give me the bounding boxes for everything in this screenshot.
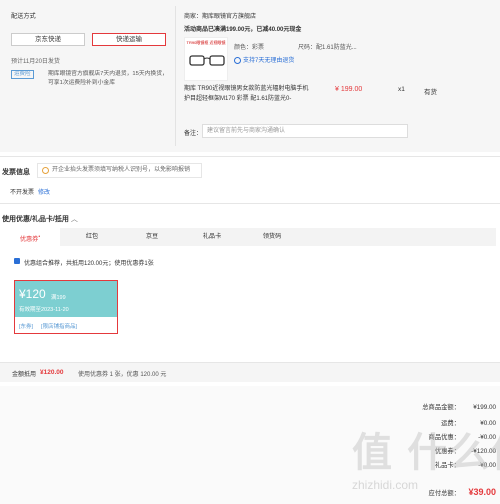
size-value: 配1.61防蓝光... (316, 45, 357, 51)
size-label: 尺码： (298, 45, 317, 51)
invoice-title: 发票信息 (2, 169, 30, 176)
glasses-icon (189, 55, 225, 66)
shipping-insurance-tag: 运费险 (11, 70, 34, 79)
shipping-date: 预计11月20日发货 (11, 59, 60, 65)
product-name[interactable]: 期库 TR90近视眼镜男女款防蓝光辐射电脑手机护目超轻框架M170 彩票 配1.… (184, 84, 314, 104)
remark-label: 备注： (184, 131, 203, 137)
shipping-option-express[interactable]: 快递运输 (92, 33, 166, 46)
coupon-tag-jd: [东券] (19, 324, 34, 330)
order-panel: 配送方式 京东快递 快递运输 预计11月20日发货 运费险 期库眼镜官方旗舰店7… (0, 0, 500, 152)
discount-summary-bar: 金额抵用 ¥120.00 使用优惠券 1 张，优惠 120.00 元 (0, 363, 500, 382)
insurance-badge: 运费险 (11, 70, 34, 79)
coupon-tag-shop: [限店铺指商品] (41, 324, 78, 330)
shipping-option-jd[interactable]: 京东快递 (11, 33, 85, 46)
coupon-card[interactable]: ¥120 满199 有效期至2023-11-20 [东券] [限店铺指商品] (14, 280, 118, 334)
color-value: 彩票 (252, 45, 265, 51)
chevron-up-icon: ︿ (70, 216, 78, 223)
tab-coupon[interactable]: 优惠券• (0, 228, 60, 246)
shipping-section: 配送方式 京东快递 快递运输 预计11月20日发货 运费险 期库眼镜官方旗舰店7… (6, 6, 168, 96)
discount-title-text: 使用优惠/礼品卡/抵用 (2, 216, 69, 223)
coupon-condition: 满199 (51, 295, 66, 301)
watermark-url: zhizhidi.com (352, 478, 419, 492)
promo-text: 活动商品已凑满199.00元，已减40.00元现金 (184, 27, 302, 33)
tab-coupon-dot: • (38, 234, 41, 240)
watermark-logo: 值 什么值得买 (352, 431, 500, 475)
shipping-title: 配送方式 (11, 13, 36, 20)
divider-line (0, 156, 500, 157)
coupon-amount: ¥120 (19, 287, 46, 301)
size-row: 尺码：配1.61防蓝光... (298, 42, 357, 51)
discount-tabs: 优惠券• 红包 京豆 礼品卡 领货码 (0, 228, 496, 246)
check-circle-icon (234, 56, 241, 64)
merchant-name: 商家：期库眼镜官方旗舰店 (184, 14, 257, 20)
total-goods-value: ¥199.00 (473, 404, 496, 411)
invoice-value: 不开发票 (10, 190, 35, 196)
summary-desc: 使用优惠券 1 张，优惠 120.00 元 (78, 372, 167, 378)
return-note: 支持7天无理由退货 (234, 55, 294, 64)
product-badge: TR90眼镜框 近视眼镜 (186, 40, 226, 45)
coupon-expire: 有效期至2023-11-20 (19, 307, 69, 313)
product-price: ¥ 199.00 (335, 86, 363, 93)
shipping-insurance-text: 期库眼镜官方旗舰店7天内退货，15天内换货，可享1次运费险补到小金库 (48, 71, 168, 86)
tab-coupon-label: 优惠券 (19, 236, 39, 244)
tab-pickup-code[interactable]: 领货码 (242, 228, 302, 246)
divider-line (0, 203, 500, 204)
summary-label: 金额抵用 (12, 372, 37, 378)
product-qty: x1 (398, 86, 405, 93)
tab-jingdou[interactable]: 京豆 (122, 228, 182, 246)
color-label: 颜色： (234, 45, 253, 51)
product-image[interactable]: TR90眼镜框 近视眼镜 (184, 37, 228, 81)
coupon-header: ¥120 满199 有效期至2023-11-20 (15, 281, 117, 317)
discount-title[interactable]: 使用优惠/礼品卡/抵用 ︿ (2, 214, 78, 224)
color-row: 颜色：彩票 (234, 42, 264, 51)
auto-combo-checkbox[interactable] (14, 258, 20, 264)
return-note-text: 支持7天无理由退货 (243, 58, 295, 64)
tab-redpacket[interactable]: 红包 (62, 228, 122, 246)
invoice-hint-text: 开企业抬头发票须填写纳税人识别号，以免影响报销 (52, 167, 191, 173)
checkout-page: 配送方式 京东快递 快递运输 预计11月20日发货 运费险 期库眼镜官方旗舰店7… (0, 0, 500, 504)
auto-combo-text: 优惠组合推荐，共抵用120.00元；使用优惠券1张 (24, 261, 154, 267)
total-goods-label: 总商品金额： (422, 404, 460, 411)
shop-section: 商家：期库眼镜官方旗舰店 活动商品已凑满199.00元，已减40.00元现金 T… (180, 6, 496, 148)
invoice-edit-link[interactable]: 修改 (38, 187, 50, 196)
total-row-goods: 总商品金额： ¥199.00 (400, 402, 496, 411)
summary-amount: ¥120.00 (40, 369, 64, 376)
payable-value: ¥39.00 (468, 487, 496, 497)
vertical-divider (175, 6, 176, 146)
remark-input[interactable]: 建议留言前先与商家沟通确认 (202, 124, 408, 138)
invoice-hint: 开企业抬头发票须填写纳税人识别号，以免影响报销 (37, 163, 202, 178)
warning-icon (42, 167, 49, 174)
stock-status: 有货 (424, 89, 437, 96)
tab-giftcard[interactable]: 礼品卡 (182, 228, 242, 246)
